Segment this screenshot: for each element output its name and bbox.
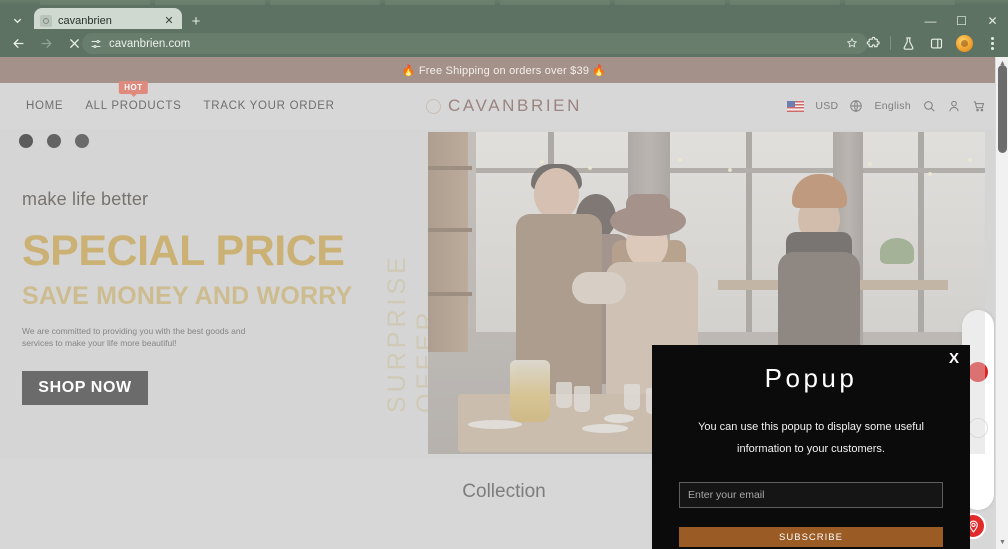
logo-circle-icon	[425, 98, 441, 114]
profile-avatar[interactable]	[950, 29, 978, 57]
nav-item-label: ALL PRODUCTS	[85, 100, 182, 112]
page-viewport: 🔥 Free Shipping on orders over $39 🔥 HOM…	[0, 57, 1008, 549]
email-input[interactable]	[679, 482, 943, 508]
popup-title: Popup	[764, 363, 858, 393]
hot-badge: HOT	[119, 81, 148, 97]
labs-flask-icon[interactable]	[894, 29, 922, 57]
hero-copy: make life better SPECIAL PRICE SAVE MONE…	[22, 189, 382, 405]
slide-dot[interactable]	[75, 134, 89, 148]
hero-paragraph: We are committed to providing you with t…	[22, 326, 246, 349]
shop-now-button[interactable]: SHOP NOW	[22, 370, 148, 405]
globe-icon[interactable]	[849, 99, 863, 113]
slide-dot[interactable]	[19, 134, 33, 148]
hero-slide-dots[interactable]	[19, 134, 89, 148]
primary-nav: HOME HOT ALL PRODUCTS TRACK YOUR ORDER	[26, 81, 335, 129]
side-panel-icon[interactable]	[922, 29, 950, 57]
nav-item-label: HOME	[26, 100, 64, 112]
hero-kicker: make life better	[22, 189, 149, 209]
scroll-down-arrow-icon[interactable]: ▼	[996, 536, 1008, 549]
tab-favicon	[40, 14, 52, 27]
hero-headline: SPECIAL PRICE	[22, 227, 345, 275]
tab-close-icon[interactable]: ✕	[162, 14, 176, 28]
nav-item-label: TRACK YOUR ORDER	[203, 100, 335, 112]
nav-item-all-products[interactable]: HOT ALL PRODUCTS	[85, 81, 182, 112]
page-scrollbar[interactable]: ▲ ▼	[995, 57, 1008, 549]
newsletter-popup: X Popup You can use this popup to displa…	[652, 345, 970, 549]
logo-text: CAVANBRIEN	[447, 96, 583, 115]
currency-selector[interactable]: USD	[815, 100, 838, 112]
toolbar-divider	[890, 36, 891, 50]
address-bar[interactable]: cavanbrien.com	[82, 33, 868, 54]
browser-toolbar: cavanbrien.com	[0, 29, 1008, 57]
extensions-icon[interactable]	[859, 29, 887, 57]
chrome-menu-icon[interactable]	[978, 29, 1006, 57]
announcement-text: 🔥 Free Shipping on orders over $39 🔥	[401, 64, 607, 77]
popup-description: You can use this popup to display some u…	[698, 421, 924, 455]
search-icon[interactable]	[922, 99, 936, 113]
browser-window: cavanbrien ✕ + — ☐ ✕ cavanbrien.com 🔥 Fr…	[0, 0, 1008, 549]
header-utilities: USD English	[787, 99, 986, 113]
site-settings-tune-icon[interactable]	[90, 38, 102, 50]
nav-item-home[interactable]: HOME	[26, 100, 63, 112]
cart-icon[interactable]	[972, 99, 986, 113]
tab-title: cavanbrien	[58, 14, 112, 27]
site-header: HOME HOT ALL PRODUCTS TRACK YOUR ORDER C…	[0, 81, 1008, 129]
scrollbar-thumb[interactable]	[998, 65, 1007, 153]
address-bar-url: cavanbrien.com	[109, 37, 191, 50]
back-arrow-icon[interactable]	[4, 29, 32, 57]
hero-subheadline: SAVE MONEY AND WORRY	[22, 282, 353, 310]
slide-dot[interactable]	[47, 134, 61, 148]
us-flag-icon	[787, 100, 805, 112]
new-tab-button[interactable]: +	[186, 11, 206, 31]
toolbar-actions	[859, 29, 1006, 57]
language-selector[interactable]: English	[874, 100, 911, 112]
announcement-bar: 🔥 Free Shipping on orders over $39 🔥	[0, 57, 1008, 83]
site-logo[interactable]: CAVANBRIEN	[425, 96, 583, 116]
subscribe-button[interactable]: SUBSCRIBE	[679, 527, 943, 547]
account-icon[interactable]	[947, 99, 961, 113]
nav-item-track-your-order[interactable]: TRACK YOUR ORDER	[203, 100, 334, 112]
forward-arrow-icon	[32, 29, 60, 57]
popup-close-icon[interactable]: X	[949, 351, 959, 366]
